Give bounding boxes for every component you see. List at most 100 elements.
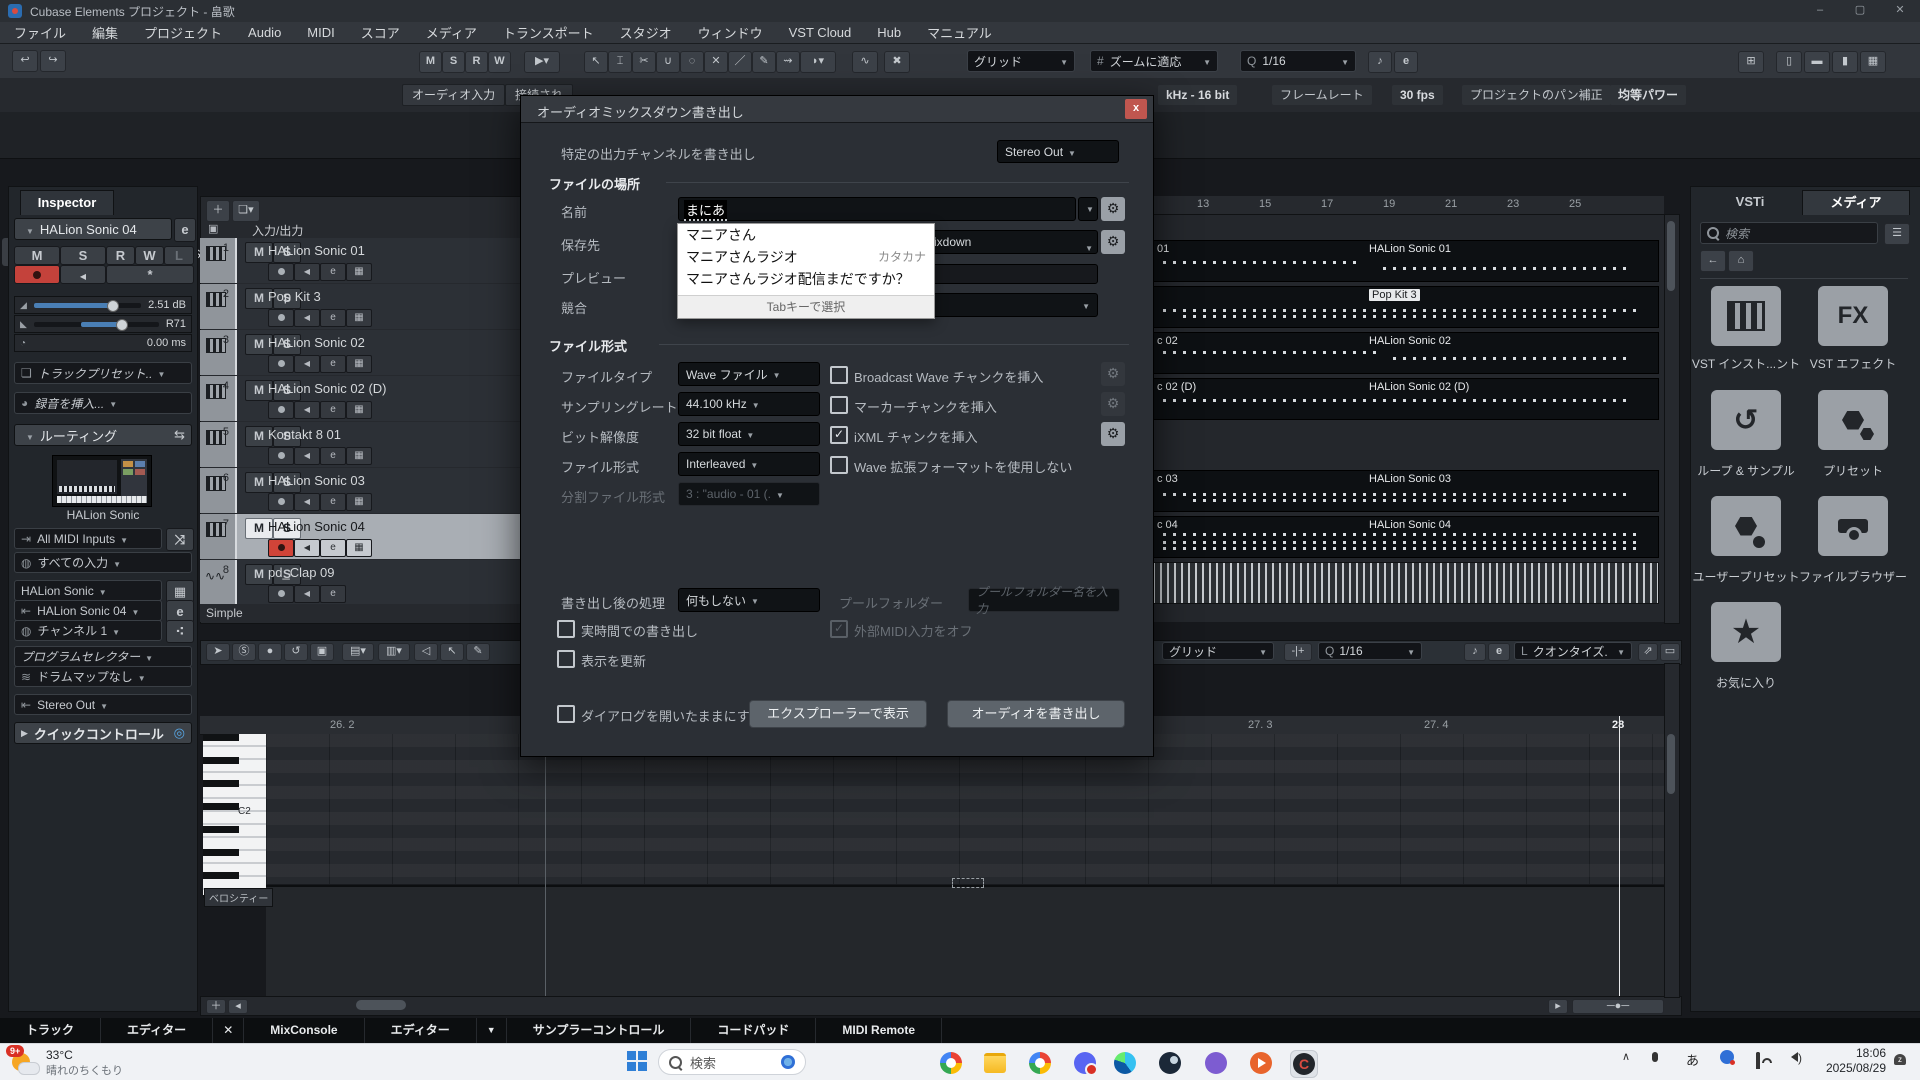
input-transformer-icon[interactable]: ⤨ — [166, 528, 194, 551]
audio-input-button[interactable]: オーディオ入力 — [402, 84, 505, 106]
record-enable-icon[interactable] — [268, 401, 294, 419]
editor-camera-icon[interactable]: ▣ — [310, 643, 334, 661]
zoom-tool-icon[interactable]: ✕ — [704, 51, 728, 73]
record-enable-icon[interactable] — [268, 585, 294, 603]
editor-open-window-icon[interactable]: ⇗ — [1638, 643, 1658, 661]
edit-channel-icon[interactable]: e — [320, 355, 346, 373]
object-selection-icon[interactable]: ↖ — [584, 51, 608, 73]
editor-draw-icon[interactable]: ✎ — [466, 643, 490, 661]
volume-slider[interactable]: ◢ 2.51 dB — [14, 296, 192, 314]
setup-panel-icon[interactable]: ▦ — [1860, 51, 1886, 73]
menu-project[interactable]: プロジェクト — [144, 23, 222, 42]
edit-instrument-icon[interactable]: ▦ — [346, 539, 372, 557]
comment-tool-icon[interactable]: ◗▾ — [800, 51, 836, 73]
editor-audition-icon[interactable]: ◁ — [414, 643, 438, 661]
editor-horizontal-scrollbar[interactable] — [200, 996, 1682, 1016]
menu-studio[interactable]: スタジオ — [620, 23, 672, 42]
monitor-icon[interactable] — [294, 355, 320, 373]
tray-mic-icon[interactable] — [1652, 1050, 1658, 1065]
keep-dialog-open-checkbox[interactable] — [557, 705, 575, 723]
tray-notification-bell-icon[interactable]: z — [1894, 1050, 1906, 1065]
swing-icon[interactable]: ♪ — [1368, 51, 1392, 73]
tab-close-icon[interactable]: ✕ — [213, 1018, 244, 1043]
program-selector[interactable]: プログラムセレクター — [14, 646, 192, 667]
scroll-right-icon[interactable]: ▸ — [1548, 999, 1568, 1014]
bit-depth-select[interactable]: 32 bit float — [678, 422, 820, 446]
menu-edit[interactable]: 編集 — [92, 23, 118, 42]
insert-recording-select[interactable]: ◕ 録音を挿入... — [14, 392, 192, 414]
menu-window[interactable]: ウィンドウ — [698, 23, 763, 42]
edit-channel-icon[interactable]: e — [320, 447, 346, 465]
track-name[interactable]: Kontakt 8 01 — [268, 427, 341, 442]
quantize-edit-icon[interactable]: e — [1488, 643, 1510, 661]
edit-instrument-icon[interactable]: ▦ — [346, 493, 372, 511]
menu-media[interactable]: メディア — [426, 23, 477, 42]
vst-effects-tile[interactable]: FX — [1818, 286, 1888, 346]
right-zone-toggle-icon[interactable]: ▮ — [1832, 51, 1858, 73]
channel-select[interactable]: ◍ チャンネル 1 — [14, 620, 162, 641]
ime-candidate-3[interactable]: マニアさんラジオ配信まだですか？ — [678, 268, 934, 290]
tab-editor-2[interactable]: エディター — [365, 1018, 477, 1043]
ime-candidate-1[interactable]: マニアさん — [678, 224, 934, 246]
record-enable-icon[interactable] — [268, 355, 294, 373]
ixml-chunk-checkbox[interactable] — [830, 426, 848, 444]
editor-setup-icon[interactable]: ▭ — [1660, 643, 1680, 661]
tray-ime-mode[interactable]: あ — [1686, 1050, 1699, 1069]
ime-composition-text[interactable]: まにあ — [684, 200, 727, 221]
back-icon[interactable]: ← — [1700, 250, 1726, 272]
presets-tile[interactable] — [1818, 390, 1888, 450]
track-row-7-selected[interactable]: 7 M S HALion Sonic 04 e ▦ — [200, 514, 530, 559]
tab-midi-remote[interactable]: MIDI Remote — [816, 1018, 942, 1043]
lower-zone-toggle-icon[interactable]: ▬ — [1804, 51, 1830, 73]
tab-chord-pads[interactable]: コードパッド — [691, 1018, 816, 1043]
quick-controls-header[interactable]: ▶ クイックコントロール ◎ — [14, 722, 192, 744]
minimize-icon[interactable]: – — [1800, 0, 1840, 22]
taskbar-search-input[interactable]: 検索 — [658, 1049, 806, 1075]
tray-clock[interactable]: 18:06 2025/08/29 — [1816, 1046, 1886, 1076]
length-quantize-select[interactable]: L クオンタイズ. — [1514, 642, 1632, 660]
monitor-icon[interactable] — [294, 585, 320, 603]
record-format-chip[interactable]: kHz - 16 bit — [1158, 85, 1237, 105]
realtime-export-checkbox[interactable] — [557, 620, 575, 638]
pool-folder-input[interactable]: プールフォルダー名を入力 — [968, 588, 1120, 612]
inspector-write-button[interactable]: W — [135, 246, 164, 265]
wave-ext-checkbox[interactable] — [830, 456, 848, 474]
mute-all-button[interactable]: M — [419, 51, 442, 73]
folder-simple-label[interactable]: Simple — [200, 604, 530, 622]
menu-transport[interactable]: トランスポート — [503, 23, 594, 42]
swing-percent-icon[interactable]: ♪ — [1464, 643, 1486, 661]
track-row-2[interactable]: 2 M S Pop Kit 3 e ▦ — [200, 284, 530, 329]
editor-record-icon[interactable]: ● — [258, 643, 282, 661]
midi-part[interactable]: 01 HALion Sonic 01 — [1152, 240, 1659, 282]
record-enable-icon[interactable] — [268, 447, 294, 465]
stereo-out-select[interactable]: ⇤ Stereo Out — [14, 694, 192, 715]
broadcast-wave-checkbox[interactable] — [830, 366, 848, 384]
tab-tracks[interactable]: トラック — [0, 1018, 101, 1043]
midi-part[interactable]: c 02 HALion Sonic 02 — [1152, 332, 1659, 374]
pan-slider[interactable]: ◣ R71 — [14, 315, 192, 333]
quantize-panel-icon[interactable]: e — [1394, 51, 1418, 73]
routing-section-header[interactable]: ルーティング ⇆ — [14, 424, 192, 446]
track-delay-field[interactable]: ◔ 0.00 ms — [14, 334, 192, 352]
user-presets-tile[interactable] — [1711, 496, 1781, 556]
tab-inspector[interactable]: Inspector — [20, 190, 114, 215]
track-row-5[interactable]: 5 M S Kontakt 8 01 e ▦ — [200, 422, 530, 467]
taskbar-app-cubase-active[interactable]: C — [1290, 1050, 1318, 1078]
menu-manual[interactable]: マニュアル — [927, 23, 992, 42]
editor-loop-icon[interactable]: ↺ — [284, 643, 308, 661]
midi-part[interactable]: c 04 HALion Sonic 04 — [1152, 516, 1659, 558]
editor-solo-icon[interactable]: ➤ — [206, 643, 230, 661]
weather-widget[interactable]: 9+ — [10, 1047, 40, 1077]
drum-map-select[interactable]: ≋ ドラムマップなし — [14, 666, 192, 687]
monitor-icon[interactable] — [294, 539, 320, 557]
scroll-add-icon[interactable]: ＋ — [206, 999, 226, 1014]
scroll-left-icon[interactable]: ◂ — [228, 999, 248, 1014]
write-automation-button[interactable]: W — [488, 51, 511, 73]
edit-channel-icon[interactable]: e — [320, 585, 346, 603]
auto-scroll-icon[interactable]: ▶▾ — [524, 51, 560, 73]
velocity-lane[interactable] — [266, 885, 1664, 998]
track-name[interactable]: HALion Sonic 01 — [268, 243, 365, 258]
grid-type-select[interactable]: グリッド — [967, 50, 1075, 72]
tray-chevron-icon[interactable]: ∧ — [1622, 1050, 1630, 1063]
inspector-track-header[interactable]: HALion Sonic 04 — [14, 218, 172, 240]
